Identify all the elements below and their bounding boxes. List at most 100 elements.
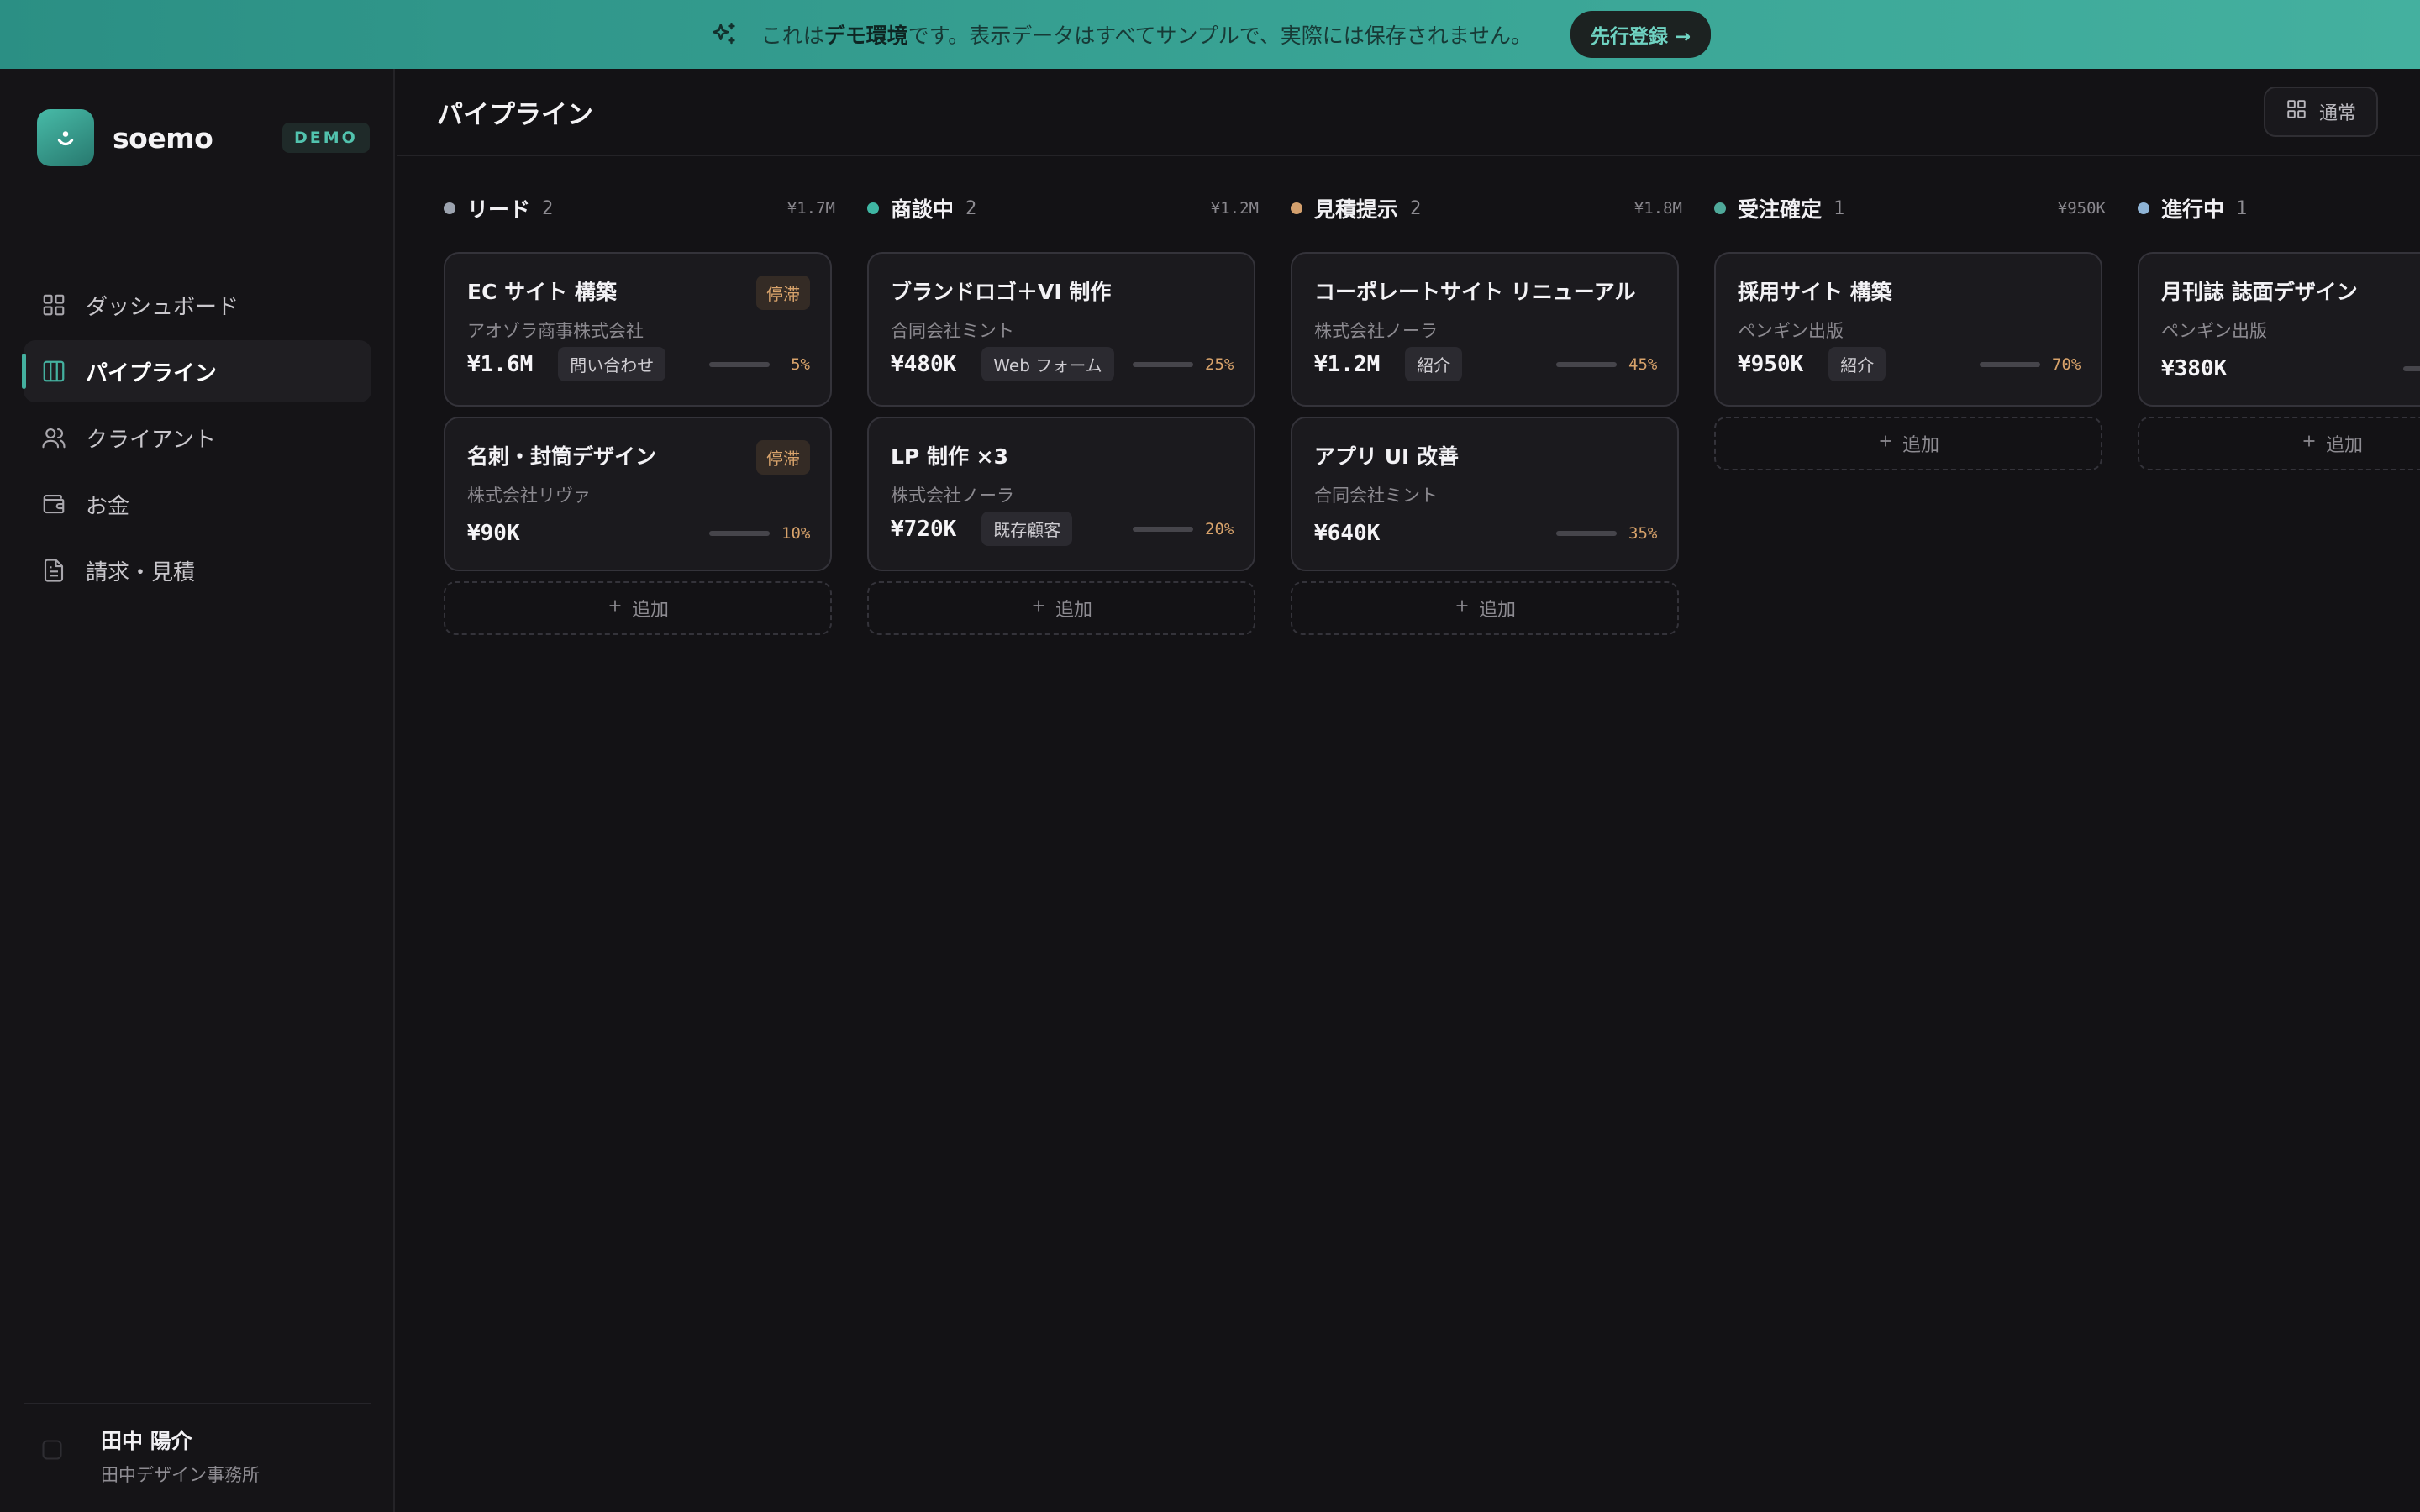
deal-title: 月刊誌 誌面デザイン (2161, 280, 2358, 304)
document-icon (40, 557, 67, 584)
deal-card[interactable]: 採用サイト 構築 ペンギン出版 ¥950K 紹介 70% (1714, 252, 2102, 407)
source-tag: Web フォーム (981, 347, 1114, 381)
deal-meta: ¥640K 35% (1314, 521, 1657, 546)
grid-icon (40, 291, 67, 318)
probability-label: 70% (2052, 354, 2081, 374)
brand[interactable]: soemo (37, 109, 213, 166)
add-deal-label: 追加 (1478, 600, 1516, 621)
pipeline-column: 見積提示 2 ¥1.8M コーポレートサイト リニューアル 株式会社ノーラ ¥1.2M 紹介… (1291, 190, 1682, 635)
users-icon (40, 424, 67, 451)
deal-title: ブランドロゴ＋VI 制作 (891, 280, 1112, 304)
probability-bar (1133, 361, 1193, 367)
source-tag: 問い合わせ (558, 347, 666, 381)
deal-amount: ¥1.2M (1314, 351, 1381, 377)
plus-icon (1877, 433, 1894, 454)
column-total: ¥950K (2057, 199, 2106, 218)
deal-meta: ¥1.6M 問い合わせ 5% (467, 347, 810, 381)
user-name: 田中 陽介 (101, 1429, 192, 1453)
deal-probability: 5% (709, 355, 810, 374)
sidebar-item-clients[interactable]: クライアント (24, 407, 371, 469)
user-profile[interactable]: 田中 陽介 田中デザイン事務所 (24, 1403, 371, 1487)
probability-label: 5% (791, 354, 810, 374)
deal-card[interactable]: 月刊誌 誌面デザイン ペンギン出版 ¥380K (2138, 252, 2420, 407)
deal-card[interactable]: 名刺・封筒デザイン 株式会社リヴァ 停滞 ¥90K 10% (444, 417, 832, 571)
column-count: 1 (1833, 197, 1845, 219)
deal-meta: ¥720K 既存顧客 20% (891, 512, 1234, 546)
column-title: 受注確定 (1738, 197, 1823, 222)
deal-amount: ¥1.6M (467, 351, 534, 377)
probability-bar (1556, 531, 1617, 536)
deal-client: ペンギン出版 (1738, 321, 1844, 341)
deal-card[interactable]: アプリ UI 改善 合同会社ミント ¥640K 35% (1291, 417, 1679, 571)
column-header: 進行中 1 (2138, 190, 2420, 227)
deal-probability: 35% (1556, 524, 1657, 543)
add-deal-button[interactable]: 追加 (1714, 417, 2102, 470)
main-content: パイプライン 通常 リード 2 ¥1.7M EC サイト 構築 アオゾラ商事株式会社 停滞… (397, 69, 2420, 1512)
deal-client: ペンギン出版 (2161, 321, 2267, 341)
stage-dot (2138, 202, 2149, 214)
sparkle-icon (709, 19, 739, 50)
deal-meta: ¥950K 紹介 70% (1738, 347, 2081, 381)
column-header: 見積提示 2 ¥1.8M (1291, 190, 1682, 227)
sidebar-item-pipeline[interactable]: パイプライン (22, 340, 371, 402)
kanban-board: リード 2 ¥1.7M EC サイト 構築 アオゾラ商事株式会社 停滞 ¥1.6M 問い合わせ… (444, 190, 2420, 635)
plus-icon (2301, 433, 2317, 454)
stage-dot (444, 202, 455, 214)
deal-title: コーポレートサイト リニューアル (1314, 280, 1636, 304)
deal-title: LP 制作 ×3 (891, 444, 1009, 469)
source-tag: 紹介 (1828, 347, 1886, 381)
deal-client: 株式会社リヴァ (467, 486, 591, 506)
add-deal-button[interactable]: 追加 (867, 581, 1255, 635)
sidebar-item-label: パイプライン (86, 360, 218, 386)
deal-card[interactable]: コーポレートサイト リニューアル 株式会社ノーラ ¥1.2M 紹介 45% (1291, 252, 1679, 407)
demo-banner: これはデモ環境です。表示データはすべてサンプルで、実際には保存されません。 先行… (0, 0, 2420, 69)
deal-probability: 70% (1980, 355, 2081, 374)
source-tag: 既存顧客 (981, 512, 1073, 546)
deal-meta: ¥90K 10% (467, 521, 810, 546)
add-deal-button[interactable]: 追加 (1291, 581, 1679, 635)
deal-card[interactable]: EC サイト 構築 アオゾラ商事株式会社 停滞 ¥1.6M 問い合わせ 5% (444, 252, 832, 407)
sidebar-nav: ダッシュボード パイプライン クライアント お金 請求・見積 (22, 274, 371, 606)
sidebar-item-money[interactable]: お金 (24, 473, 371, 535)
stalled-badge: 停滞 (756, 440, 810, 475)
deal-card[interactable]: ブランドロゴ＋VI 制作 合同会社ミント ¥480K Web フォーム 25% (867, 252, 1255, 407)
plus-icon (607, 597, 623, 619)
page-title: パイプライン (437, 99, 593, 130)
add-deal-button[interactable]: 追加 (2138, 417, 2420, 470)
column-title: 見積提示 (1314, 197, 1399, 222)
probability-bar (2403, 366, 2420, 371)
stage-dot (1291, 202, 1302, 214)
sidebar-item-label: 請求・見積 (86, 559, 196, 585)
sidebar-item-invoices[interactable]: 請求・見積 (24, 539, 371, 601)
probability-bar (1556, 361, 1617, 367)
pipeline-column: リード 2 ¥1.7M EC サイト 構築 アオゾラ商事株式会社 停滞 ¥1.6M 問い合わせ… (444, 190, 835, 635)
avatar (40, 1438, 66, 1463)
add-deal-button[interactable]: 追加 (444, 581, 832, 635)
sidebar: soemo DEMO ダッシュボード パイプライン クライアント お金 請求・見… (0, 69, 395, 1512)
sidebar-item-label: お金 (86, 493, 130, 519)
column-count: 2 (965, 197, 977, 219)
probability-bar (709, 361, 770, 367)
deal-card[interactable]: LP 制作 ×3 株式会社ノーラ ¥720K 既存顧客 20% (867, 417, 1255, 571)
pipeline-column: 商談中 2 ¥1.2M ブランドロゴ＋VI 制作 合同会社ミント ¥480K Web フォー… (867, 190, 1259, 635)
source-tag: 紹介 (1405, 347, 1463, 381)
deal-amount: ¥640K (1314, 521, 1381, 546)
kanban-icon (40, 358, 67, 385)
preregister-button[interactable]: 先行登録 → (1570, 11, 1712, 58)
deal-title: アプリ UI 改善 (1314, 444, 1460, 469)
add-deal-label: 追加 (1902, 435, 1939, 456)
wallet-icon (40, 491, 67, 517)
probability-bar (1980, 361, 2040, 367)
column-count: 2 (1410, 197, 1422, 219)
view-mode-button[interactable]: 通常 (2263, 87, 2378, 137)
column-header: 受注確定 1 ¥950K (1714, 190, 2106, 227)
deal-meta: ¥1.2M 紹介 45% (1314, 347, 1657, 381)
sidebar-item-label: クライアント (86, 427, 216, 453)
banner-message: これはデモ環境です。表示データはすべてサンプルで、実際には保存されません。 (760, 24, 1532, 48)
deal-amount: ¥720K (891, 516, 957, 542)
probability-bar (1133, 526, 1193, 532)
column-title: リード (467, 197, 531, 222)
deal-probability: 10% (709, 524, 810, 543)
add-deal-label: 追加 (2325, 435, 2363, 456)
sidebar-item-dashboard[interactable]: ダッシュボード (24, 274, 371, 336)
